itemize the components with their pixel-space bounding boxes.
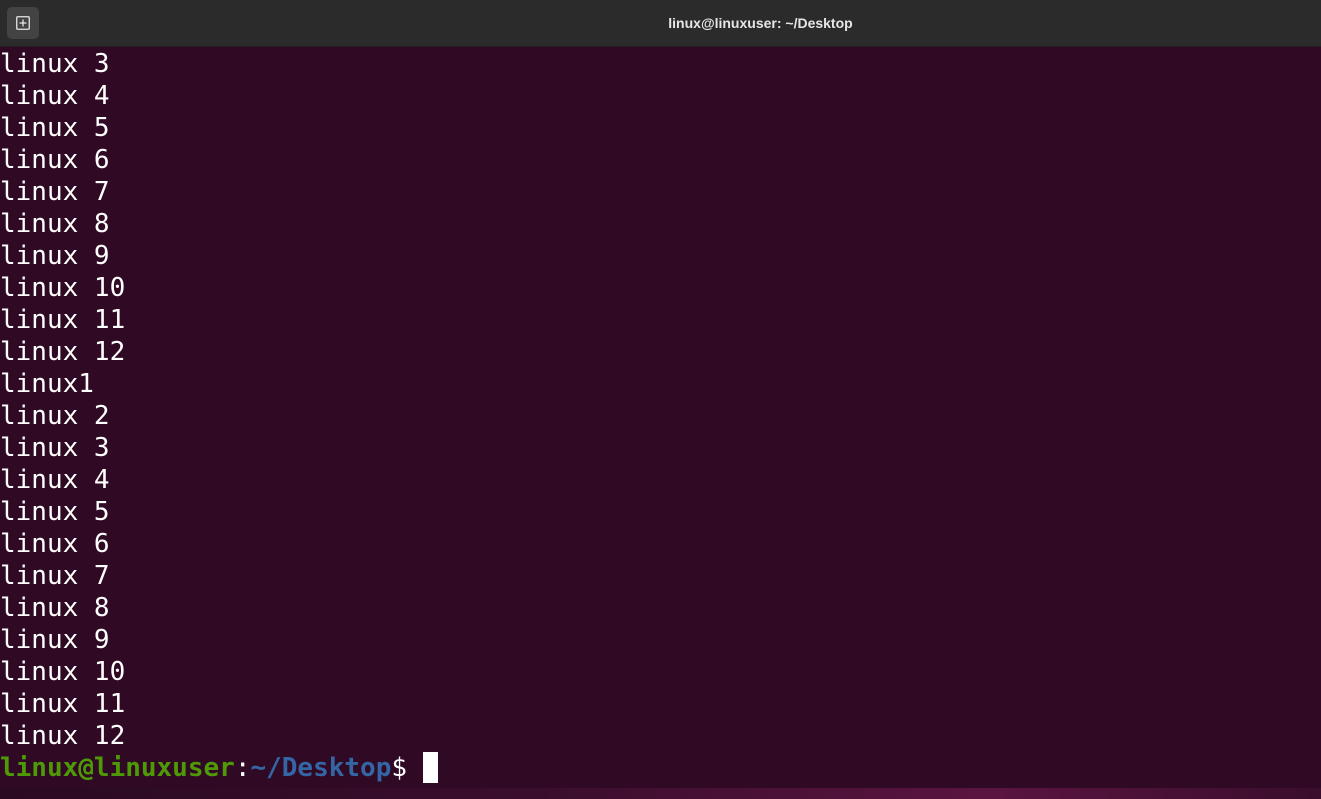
output-line: linux 4 xyxy=(0,81,110,111)
output-line: linux 8 xyxy=(0,593,110,623)
window-title: linux@linuxuser: ~/Desktop xyxy=(668,15,853,31)
output-lines: linux 3 linux 4 linux 5 linux 6 linux 7 linux… xyxy=(0,48,1321,752)
output-line: linux 6 xyxy=(0,529,110,559)
output-line: linux 11 xyxy=(0,305,126,335)
output-line: linux1 xyxy=(0,369,94,399)
output-line: linux 10 xyxy=(0,657,126,687)
prompt-user-host: linux@linuxuser xyxy=(0,753,235,783)
command-prompt[interactable]: linux@linuxuser:~/Desktop$ xyxy=(0,752,1321,784)
output-line: linux 11 xyxy=(0,689,126,719)
output-line: linux 10 xyxy=(0,273,126,303)
title-bar[interactable]: linux@linuxuser: ~/Desktop xyxy=(0,0,1321,47)
text-cursor xyxy=(422,752,438,783)
prompt-path: ~/Desktop xyxy=(250,753,392,783)
output-line: linux 4 xyxy=(0,465,110,495)
output-line: linux 3 xyxy=(0,49,110,79)
output-line: linux 12 xyxy=(0,337,126,367)
output-line: linux 5 xyxy=(0,113,110,143)
output-line: linux 7 xyxy=(0,177,110,207)
output-line: linux 12 xyxy=(0,721,126,751)
desktop-background-strip xyxy=(0,788,1321,799)
prompt-colon: : xyxy=(234,753,251,783)
output-line: linux 6 xyxy=(0,145,110,175)
terminal-window: linux@linuxuser: ~/Desktop linux 3 linux … xyxy=(0,0,1321,799)
output-line: linux 5 xyxy=(0,497,110,527)
output-line: linux 9 xyxy=(0,625,110,655)
output-line: linux 8 xyxy=(0,209,110,239)
terminal-output[interactable]: linux 3 linux 4 linux 5 linux 6 linux 7 linux… xyxy=(0,48,1321,788)
output-line: linux 3 xyxy=(0,433,110,463)
prompt-symbol: $ xyxy=(391,753,423,783)
output-line: linux 7 xyxy=(0,561,110,591)
output-line: linux 9 xyxy=(0,241,110,271)
output-line: linux 2 xyxy=(0,401,110,431)
